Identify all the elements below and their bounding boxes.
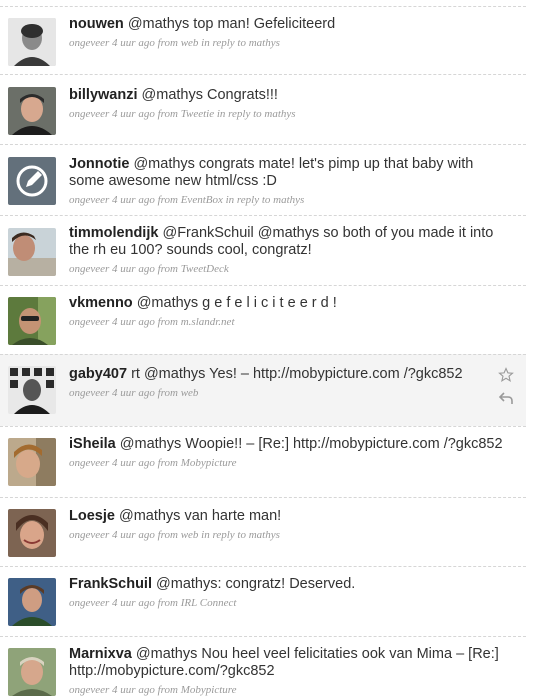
tweet-item: iSheila @mathys Woopie!! – [Re:] http://… <box>0 426 526 497</box>
tweet-meta: ongeveer 4 uur ago from Tweetie in reply… <box>69 108 296 120</box>
tweet-item: timmolendijk @FrankSchuil @mathys so bot… <box>0 215 526 285</box>
tweet-item: FrankSchuil @mathys: congratz! Deserved.… <box>0 566 526 636</box>
tweet-meta: ongeveer 4 uur ago from TweetDeck <box>69 263 229 275</box>
tweet-text: @mathys g e f e l i c i t e e r d ! <box>136 295 337 311</box>
tweet-meta: ongeveer 4 uur ago from Mobypicture <box>69 684 237 696</box>
tweet-text: @mathys van harte man! <box>118 508 282 524</box>
tweet-text: @mathys Woopie!! – [Re:] http://mobypict… <box>119 436 503 452</box>
tweet-meta: ongeveer 4 uur ago from IRL Connect <box>69 597 237 609</box>
tweet-item: nouwen @mathys top man! Gefeliciteerd on… <box>0 6 526 74</box>
tweet-item: vkmenno @mathys g e f e l i c i t e e r … <box>0 285 526 354</box>
avatar[interactable] <box>8 18 56 66</box>
username[interactable]: Jonnotie <box>69 156 129 172</box>
tweet-meta: ongeveer 4 uur ago from web <box>69 387 199 399</box>
star-icon[interactable] <box>498 367 516 383</box>
timeline: nouwen @mathys top man! Gefeliciteerd on… <box>0 0 536 699</box>
username[interactable]: iSheila <box>69 436 116 452</box>
username[interactable]: FrankSchuil <box>69 576 152 592</box>
username[interactable]: Marnixva <box>69 646 132 662</box>
avatar[interactable] <box>8 438 56 486</box>
username[interactable]: nouwen <box>69 16 124 32</box>
username[interactable]: billywanzi <box>69 87 138 103</box>
tweet-text: @mathys congrats mate! let's pimp up tha… <box>69 156 474 189</box>
tweet-text: @mathys top man! Gefeliciteerd <box>127 16 336 32</box>
tweet-text: @mathys: congratz! Deserved. <box>156 576 356 592</box>
tweet-text: rt @mathys Yes! – http://mobypicture.com… <box>131 366 463 382</box>
tweet-item: Loesje @mathys van harte man! ongeveer 4… <box>0 497 526 566</box>
tweet-meta: ongeveer 4 uur ago from web in reply to … <box>69 37 280 49</box>
avatar[interactable] <box>8 297 56 345</box>
avatar[interactable] <box>8 366 56 414</box>
username[interactable]: Loesje <box>69 508 115 524</box>
avatar[interactable] <box>8 648 56 696</box>
tweet-meta: ongeveer 4 uur ago from Mobypicture <box>69 457 237 469</box>
tweet-meta: ongeveer 4 uur ago from EventBox in repl… <box>69 194 305 206</box>
tweet-item: gaby407 rt @mathys Yes! – http://mobypic… <box>0 354 526 426</box>
tweet-meta: ongeveer 4 uur ago from web in reply to … <box>69 529 280 541</box>
tweet-item: Jonnotie @mathys congrats mate! let's pi… <box>0 144 526 215</box>
tweet-text: @mathys Congrats!!! <box>141 87 278 103</box>
avatar[interactable] <box>8 509 56 557</box>
tweet-item: Marnixva @mathys Nou heel veel felicitat… <box>0 636 526 699</box>
tweet-item: billywanzi @mathys Congrats!!! ongeveer … <box>0 74 526 144</box>
username[interactable]: gaby407 <box>69 366 127 382</box>
username[interactable]: vkmenno <box>69 295 133 311</box>
avatar[interactable] <box>8 87 56 135</box>
tweet-meta: ongeveer 4 uur ago from m.slandr.net <box>69 316 235 328</box>
avatar[interactable] <box>8 578 56 626</box>
avatar[interactable] <box>8 228 56 276</box>
avatar[interactable] <box>8 157 56 205</box>
username[interactable]: timmolendijk <box>69 225 158 241</box>
reply-icon[interactable] <box>498 391 516 405</box>
tweet-text: @mathys Nou heel veel felicitaties ook v… <box>69 646 499 679</box>
